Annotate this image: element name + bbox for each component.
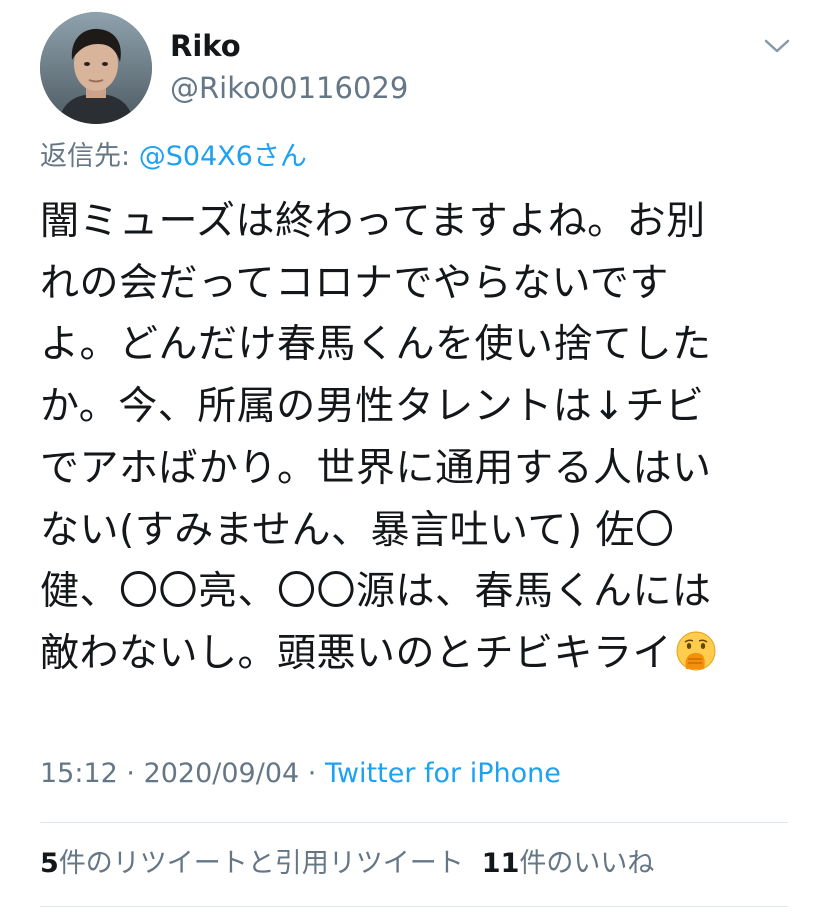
- tweet-time[interactable]: 15:12: [40, 758, 118, 789]
- tweet-source-link[interactable]: Twitter for iPhone: [325, 758, 561, 789]
- divider: [40, 906, 788, 907]
- likes-stat[interactable]: 11件のいいね: [482, 848, 655, 879]
- reply-target-link[interactable]: @S04X6さん: [139, 141, 307, 172]
- tweet-text: 闇ミューズは終わってますよね。お別 れの会だってコロナでやらないです よ。どんだ…: [40, 199, 712, 676]
- tweet-body: 闇ミューズは終わってますよね。お別 れの会だってコロナでやらないです よ。どんだ…: [40, 191, 790, 685]
- reply-context: 返信先: @S04X6さん: [40, 139, 307, 175]
- user-handle[interactable]: @Riko00116029: [170, 70, 408, 106]
- likes-label: 件のいいね: [519, 848, 655, 879]
- meta-separator: ·: [299, 758, 325, 789]
- retweets-stat[interactable]: 5件のリツイートと引用リツイート: [40, 848, 464, 879]
- avatar[interactable]: [40, 12, 152, 124]
- retweets-count: 5: [40, 848, 59, 879]
- reply-prefix: 返信先:: [40, 141, 139, 172]
- tweet-date[interactable]: 2020/09/04: [144, 758, 300, 789]
- chevron-down-icon[interactable]: [763, 36, 791, 56]
- meta-separator: ·: [117, 758, 144, 789]
- divider: [40, 822, 788, 823]
- display-name[interactable]: Riko: [170, 28, 241, 64]
- tweet-meta: 15:12 · 2020/09/04 · Twitter for iPhone: [40, 756, 561, 792]
- retweets-label: 件のリツイートと引用リツイート: [58, 848, 464, 879]
- tweet-stats: 5件のリツイートと引用リツイート 11件のいいね: [40, 846, 654, 882]
- likes-count: 11: [481, 848, 520, 879]
- face-with-hand-over-mouth-emoji: [674, 629, 718, 673]
